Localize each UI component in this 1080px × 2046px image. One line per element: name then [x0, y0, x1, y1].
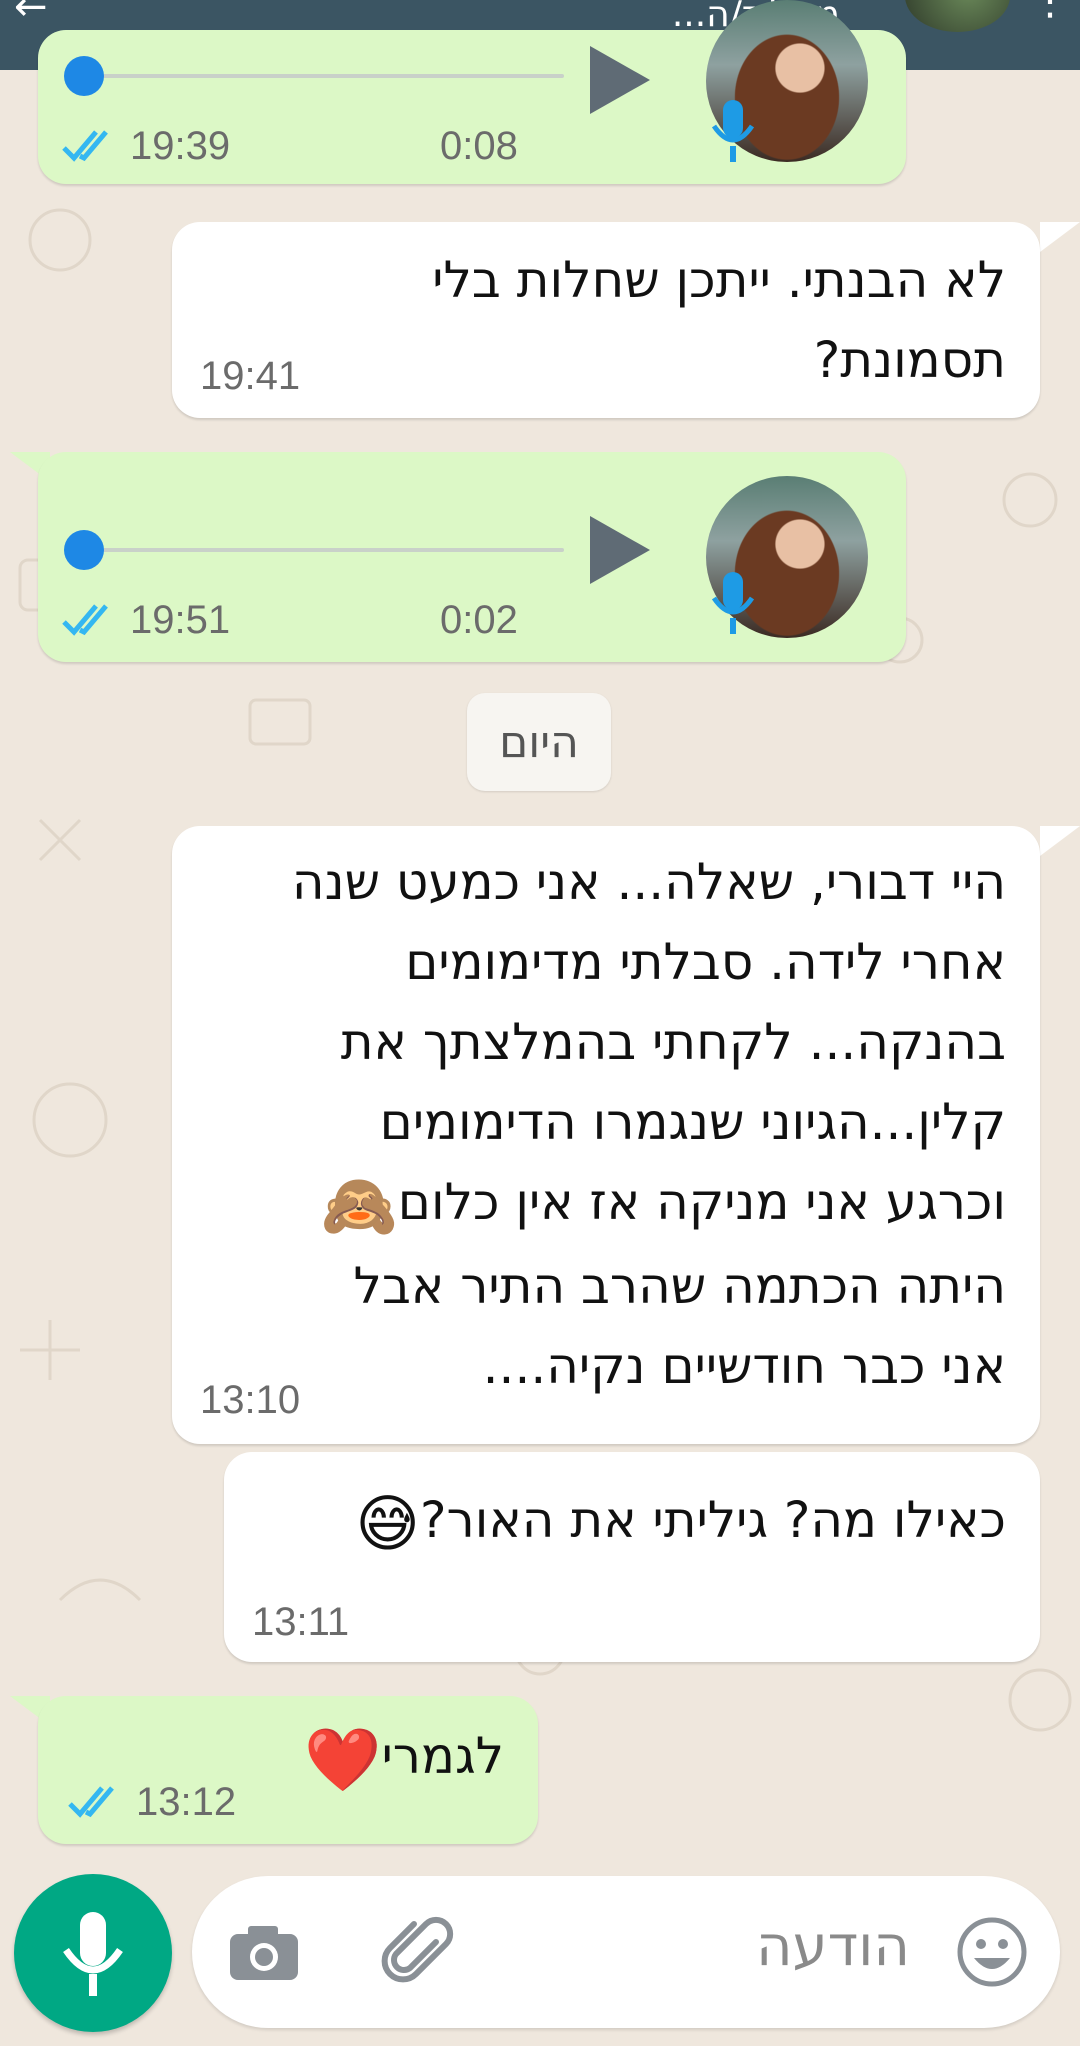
message-time: 13:12	[136, 1780, 237, 1824]
overflow-menu-icon[interactable]: ⋮	[1030, 0, 1070, 24]
voice-duration: 0:08	[440, 124, 518, 168]
date-separator: היום	[467, 693, 611, 791]
see-no-evil-monkey-icon: 🙈	[320, 1168, 398, 1242]
camera-icon[interactable]	[226, 1920, 302, 1984]
voice-progress-track[interactable]	[84, 74, 564, 78]
message-text: היי דבורי, שאלה... אני כמעט שנה אחרי ליד…	[291, 853, 1006, 1395]
read-receipt-icon	[62, 130, 108, 162]
message-time: 19:39	[130, 124, 231, 168]
message-text: לא הבנתי. ייתכן שחלות בלי תסמונת?	[432, 251, 1006, 389]
paperclip-icon[interactable]	[378, 1912, 458, 1992]
message-text: כאילו מה? גיליתי את האור?😅	[246, 1480, 1006, 1564]
message-time: 13:11	[252, 1600, 350, 1644]
voice-duration: 0:02	[440, 598, 518, 642]
message-time: 19:41	[200, 354, 301, 398]
message-time: 19:51	[130, 598, 231, 642]
text-message-bubble[interactable]: לגמרי❤️ 13:12	[38, 1696, 538, 1844]
back-arrow-icon[interactable]: ←	[14, 0, 48, 30]
record-voice-button[interactable]	[14, 1874, 172, 2032]
message-composer[interactable]: הודעה	[192, 1876, 1060, 2028]
message-time: 13:10	[200, 1378, 301, 1422]
microphone-icon	[711, 572, 755, 634]
message-text: לגמרי❤️	[64, 1716, 504, 1800]
read-receipt-icon	[62, 604, 108, 636]
voice-progress-thumb[interactable]	[64, 530, 104, 570]
voice-message-bubble[interactable]: 19:51 0:02	[38, 452, 906, 662]
contact-avatar[interactable]	[905, 0, 1010, 32]
read-receipt-icon	[68, 1786, 114, 1818]
voice-progress-track[interactable]	[84, 548, 564, 552]
emoji-smiley-icon[interactable]	[954, 1914, 1030, 1990]
bubble-tail	[1040, 826, 1080, 856]
play-icon[interactable]	[584, 42, 654, 118]
text-message-bubble[interactable]: לא הבנתי. ייתכן שחלות בלי תסמונת? 19:41	[172, 222, 1040, 418]
red-heart-icon: ❤️	[304, 1722, 382, 1796]
message-placeholder: הודעה	[755, 1914, 910, 1979]
play-icon[interactable]	[584, 512, 654, 588]
grinning-sweat-emoji-icon: 😅	[355, 1486, 420, 1560]
voice-progress-thumb[interactable]	[64, 56, 104, 96]
voice-message-bubble[interactable]: 19:39 0:08	[38, 0, 906, 184]
text-message-bubble[interactable]: היי דבורי, שאלה... אני כמעט שנה אחרי ליד…	[172, 826, 1040, 1444]
microphone-icon	[63, 1912, 123, 1996]
microphone-icon	[711, 100, 755, 162]
bubble-tail	[1040, 222, 1080, 252]
text-message-bubble[interactable]: כאילו מה? גיליתי את האור?😅 13:11	[224, 1452, 1040, 1662]
